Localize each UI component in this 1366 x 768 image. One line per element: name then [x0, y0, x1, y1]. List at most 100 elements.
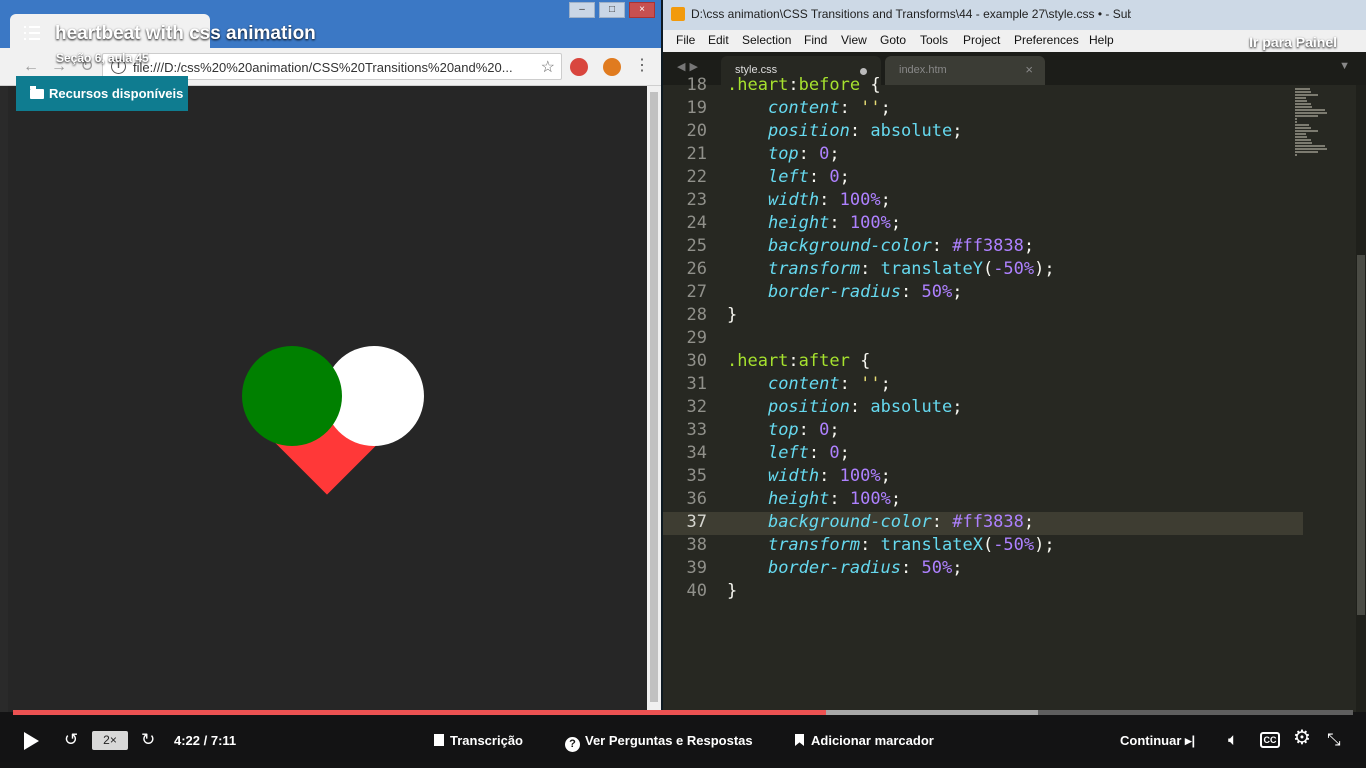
menu-tools[interactable]: Tools: [920, 33, 948, 47]
minimap-line: [1295, 91, 1311, 93]
line-number: 32: [686, 397, 707, 417]
volume-icon[interactable]: 🔈︎: [1228, 731, 1238, 749]
scrollbar-thumb[interactable]: [650, 92, 658, 702]
code-text: width: 100%;: [767, 466, 891, 486]
code-line[interactable]: 21 top: 0;: [663, 144, 1303, 167]
extension-icon[interactable]: [603, 58, 621, 76]
line-number: 34: [686, 443, 707, 463]
code-line[interactable]: 34 left: 0;: [663, 443, 1303, 466]
playback-speed-button[interactable]: 2×: [92, 731, 128, 750]
line-number: 28: [686, 305, 707, 325]
line-number: 29: [686, 328, 707, 348]
maximize-button[interactable]: □: [599, 2, 625, 18]
code-line[interactable]: 30 .heart:after {: [663, 351, 1303, 374]
code-line[interactable]: 31 content: '';: [663, 374, 1303, 397]
minimap-line: [1295, 145, 1325, 147]
code-text: left: 0;: [767, 167, 850, 187]
editor-scrollbar[interactable]: [1356, 85, 1366, 712]
code-line[interactable]: 24 height: 100%;: [663, 213, 1303, 236]
heart-demo: [242, 346, 424, 496]
settings-gear-icon[interactable]: ⚙: [1293, 728, 1311, 748]
code-line[interactable]: 39 border-radius: 50%;: [663, 558, 1303, 581]
code-editor[interactable]: 18 .heart:before {19 content: ''; 20 posit…: [663, 75, 1366, 712]
code-line[interactable]: 19 content: '';: [663, 98, 1303, 121]
qa-button[interactable]: ? Ver Perguntas e Respostas: [565, 733, 753, 752]
code-text: transform: translateX(-50%);: [767, 535, 1055, 555]
sublime-logo-icon: [671, 7, 685, 21]
code-line[interactable]: 25 background-color: #ff3838;: [663, 236, 1303, 259]
tab-dropdown-icon[interactable]: ▼: [1339, 60, 1350, 72]
bookmark-star-icon[interactable]: ☆: [541, 57, 555, 77]
code-line[interactable]: 23 width: 100%;: [663, 190, 1303, 213]
code-line[interactable]: 26 transform: translateY(-50%);: [663, 259, 1303, 282]
goto-dashboard-link[interactable]: Ir para Painel: [1249, 34, 1337, 50]
captions-button[interactable]: CC: [1260, 732, 1280, 748]
address-url[interactable]: file:///D:/css%20%20animation/CSS%20Tran…: [133, 60, 513, 75]
minimap-line: [1295, 100, 1307, 102]
document-icon: [434, 734, 444, 746]
unsaved-dot-icon[interactable]: [860, 68, 867, 75]
rewind-icon[interactable]: ↺: [64, 731, 78, 749]
menu-view[interactable]: View: [841, 33, 867, 47]
menu-file[interactable]: File: [676, 33, 695, 47]
curriculum-list-icon[interactable]: [24, 26, 40, 40]
code-line[interactable]: 18 .heart:before {: [663, 75, 1303, 98]
code-line[interactable]: 33 top: 0;: [663, 420, 1303, 443]
tab-scroll-arrows-icon[interactable]: ◀▶: [677, 60, 702, 73]
code-line[interactable]: 35 width: 100%;: [663, 466, 1303, 489]
minimap[interactable]: [1295, 88, 1331, 168]
bookmark-icon: [795, 734, 804, 746]
progress-played: [13, 710, 827, 715]
editor-scrollbar-thumb[interactable]: [1357, 255, 1365, 615]
code-text: top: 0;: [767, 420, 840, 440]
play-icon[interactable]: [24, 732, 39, 750]
line-number: 31: [686, 374, 707, 394]
menu-edit[interactable]: Edit: [708, 33, 729, 47]
browser-scrollbar[interactable]: [647, 86, 661, 712]
code-text: top: 0;: [767, 144, 840, 164]
minimap-line: [1295, 88, 1310, 90]
code-text: content: '';: [767, 98, 891, 118]
sublime-titlebar: D:\css animation\CSS Transitions and Tra…: [663, 0, 1366, 30]
code-line[interactable]: 29: [663, 328, 1303, 351]
continue-button[interactable]: Continuar ▸|: [1120, 733, 1195, 749]
code-line[interactable]: 36 height: 100%;: [663, 489, 1303, 512]
menu-preferences[interactable]: Preferences: [1014, 33, 1079, 47]
code-line[interactable]: 38 transform: translateX(-50%);: [663, 535, 1303, 558]
code-text: content: '';: [767, 374, 891, 394]
resources-button[interactable]: Recursos disponíveis: [16, 76, 188, 111]
menu-find[interactable]: Find: [804, 33, 827, 47]
line-number: 19: [686, 98, 707, 118]
code-line[interactable]: 20 position: absolute;: [663, 121, 1303, 144]
code-text: position: absolute;: [767, 121, 963, 141]
progress-bar[interactable]: [13, 710, 1353, 715]
add-bookmark-button[interactable]: Adicionar marcador: [795, 733, 934, 748]
extension-block-icon[interactable]: [570, 58, 588, 76]
minimap-line: [1295, 127, 1311, 129]
transcript-button[interactable]: Transcrição: [434, 733, 523, 748]
menu-help[interactable]: Help: [1089, 33, 1114, 47]
forward-icon[interactable]: ↻: [141, 731, 155, 749]
fullscreen-icon[interactable]: ⤡: [1327, 731, 1341, 749]
code-line[interactable]: 22 left: 0;: [663, 167, 1303, 190]
code-line[interactable]: 32 position: absolute;: [663, 397, 1303, 420]
code-line[interactable]: 40}: [663, 581, 1303, 604]
line-number: 23: [686, 190, 707, 210]
code-line[interactable]: 37 background-color: #ff3838;: [663, 512, 1303, 535]
line-number: 40: [686, 581, 707, 601]
line-number: 35: [686, 466, 707, 486]
transcript-label: Transcrição: [450, 733, 523, 748]
menu-selection[interactable]: Selection: [742, 33, 791, 47]
minimize-button[interactable]: –: [569, 2, 595, 18]
code-line[interactable]: 27 border-radius: 50%;: [663, 282, 1303, 305]
code-text: height: 100%;: [767, 213, 902, 233]
minimap-line: [1295, 109, 1325, 111]
menu-project[interactable]: Project: [963, 33, 1000, 47]
back-arrow-icon[interactable]: ←: [20, 56, 42, 78]
lecture-section: Seção 6, aula 45: [56, 51, 149, 65]
close-button[interactable]: ×: [629, 2, 655, 18]
menu-goto[interactable]: Goto: [880, 33, 906, 47]
browser-menu-icon[interactable]: ⋮: [634, 58, 650, 74]
code-line[interactable]: 28}: [663, 305, 1303, 328]
code-text: transform: translateY(-50%);: [767, 259, 1055, 279]
